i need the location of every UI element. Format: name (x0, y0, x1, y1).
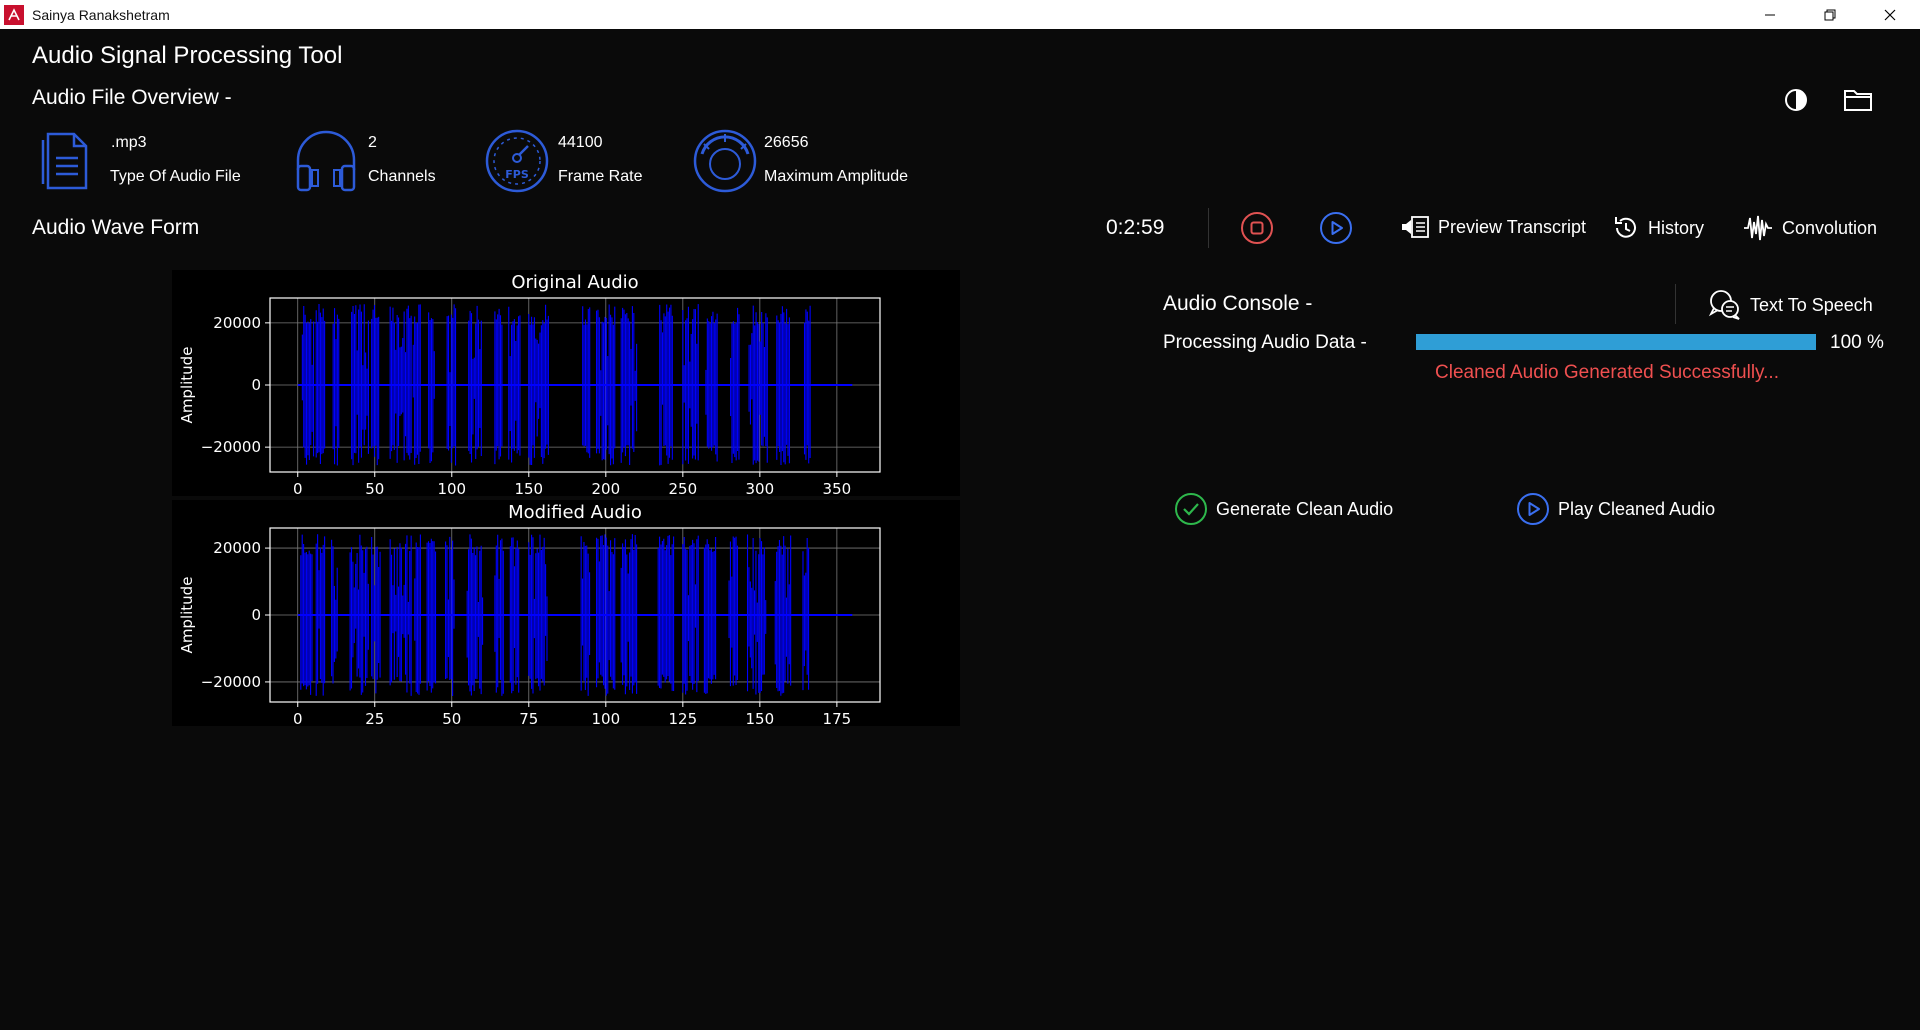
minimize-button[interactable] (1740, 0, 1800, 29)
convolution-label: Convolution (1782, 217, 1878, 238)
folder-icon (1844, 90, 1872, 111)
original-audio-chart-panel: Original Audio 0 50 100 150 200 250 300 350 20000… (172, 270, 960, 498)
play-circle-icon (1517, 493, 1549, 525)
x-tick-label: 150 (514, 480, 543, 496)
modified-audio-chart-panel: Modified Audio 0 25 50 75 100 125 150 175 20000 0 −… (172, 500, 960, 728)
file-type-label: Type Of Audio File (110, 168, 241, 185)
x-tick-label: 250 (669, 480, 698, 496)
contrast-icon (1785, 89, 1807, 111)
x-tick-label: 50 (442, 710, 461, 726)
processing-label: Processing Audio Data - (1163, 332, 1367, 353)
history-button[interactable]: History (1612, 214, 1704, 242)
close-icon (1884, 9, 1896, 20)
overview-file-type (40, 126, 96, 197)
processing-progress-bar (1416, 334, 1816, 350)
playback-time: 0:2:59 (1106, 216, 1165, 239)
y-tick-label: 0 (251, 376, 261, 394)
amplitude-dial-icon (693, 129, 757, 193)
text-to-speech-button[interactable]: Text To Speech (1708, 288, 1873, 322)
y-tick-label: 20000 (213, 539, 261, 557)
preview-transcript-label: Preview Transcript (1438, 216, 1587, 237)
x-tick-label: 0 (293, 480, 303, 496)
convolution-wave-icon (1744, 215, 1772, 241)
channels-value: 2 (368, 134, 377, 151)
theme-toggle-button[interactable] (1780, 84, 1812, 116)
x-tick-label: 25 (365, 710, 384, 726)
y-tick-label: 0 (251, 606, 261, 624)
overview-frame-rate: FPS (484, 128, 550, 199)
progress-percent: 100 % (1830, 332, 1884, 353)
y-axis-label: Amplitude (178, 347, 196, 424)
minimize-icon (1765, 14, 1775, 15)
y-tick-label: −20000 (201, 438, 261, 456)
overview-max-amplitude (692, 128, 758, 199)
max-amplitude-label: Maximum Amplitude (764, 168, 909, 185)
x-tick-label: 300 (746, 480, 775, 496)
restore-button[interactable] (1800, 0, 1860, 29)
play-cleaned-audio-label: Play Cleaned Audio (1558, 498, 1716, 519)
play-icon (1320, 212, 1352, 244)
frame-rate-label: Frame Rate (558, 168, 643, 185)
app-title: Audio Signal Processing Tool (32, 42, 343, 69)
window-titlebar: Sainya Ranakshetram (0, 0, 1920, 29)
waveform-heading: Audio Wave Form (32, 216, 200, 239)
x-tick-label: 75 (519, 710, 538, 726)
x-tick-label: 350 (823, 480, 852, 496)
stop-icon (1241, 212, 1273, 244)
chart-title: Original Audio (511, 272, 638, 293)
waveform-series (297, 304, 853, 466)
overview-heading: Audio File Overview - (32, 86, 232, 109)
y-axis-label: Amplitude (178, 577, 196, 654)
chat-bubbles-icon (1708, 290, 1740, 320)
x-tick-label: 100 (437, 480, 466, 496)
preview-transcript-button[interactable]: Preview Transcript (1400, 214, 1586, 240)
x-tick-label: 0 (293, 710, 303, 726)
x-tick-label: 200 (591, 480, 620, 496)
x-tick-label: 125 (669, 710, 698, 726)
channels-label: Channels (368, 168, 436, 185)
y-tick-label: 20000 (213, 314, 261, 332)
progress-fill (1416, 334, 1816, 350)
window-title: Sainya Ranakshetram (32, 6, 170, 23)
transcript-speaker-icon (1402, 216, 1429, 238)
generate-clean-audio-label: Generate Clean Audio (1216, 498, 1394, 519)
console-heading: Audio Console - (1163, 292, 1313, 315)
waveform-series (297, 534, 853, 696)
history-label: History (1648, 217, 1705, 238)
toolbar-divider (1208, 208, 1209, 248)
app-logo-icon (4, 4, 24, 25)
headphones-icon (296, 130, 356, 192)
max-amplitude-value: 26656 (764, 134, 809, 151)
chart-title: Modified Audio (508, 502, 642, 523)
x-tick-label: 150 (746, 710, 775, 726)
x-tick-label: 100 (591, 710, 620, 726)
play-cleaned-audio-button[interactable]: Play Cleaned Audio (1516, 492, 1715, 526)
close-button[interactable] (1860, 0, 1920, 29)
console-divider (1675, 284, 1676, 324)
generate-clean-audio-button[interactable]: Generate Clean Audio (1174, 492, 1393, 526)
stop-button[interactable] (1240, 211, 1274, 245)
text-to-speech-label: Text To Speech (1750, 294, 1873, 315)
x-tick-label: 50 (365, 480, 384, 496)
status-message: Cleaned Audio Generated Successfully... (1435, 362, 1779, 383)
x-tick-label: 175 (823, 710, 852, 726)
convolution-button[interactable]: Convolution (1742, 214, 1877, 242)
original-audio-chart: Original Audio 0 50 100 150 200 250 300 350 20000… (178, 272, 881, 498)
file-type-value: .mp3 (111, 134, 147, 151)
svg-text:FPS: FPS (505, 168, 529, 181)
play-button[interactable] (1319, 211, 1353, 245)
open-folder-button[interactable] (1840, 84, 1876, 116)
overview-channels (292, 128, 360, 199)
check-circle-icon (1175, 493, 1207, 525)
fps-gauge-icon: FPS (485, 129, 549, 193)
y-tick-label: −20000 (201, 673, 261, 691)
modified-audio-chart: Modified Audio 0 25 50 75 100 125 150 175 20000 0 −… (178, 502, 881, 728)
history-icon (1615, 217, 1636, 238)
restore-icon (1824, 9, 1836, 20)
frame-rate-value: 44100 (558, 134, 603, 151)
document-icon (41, 132, 88, 190)
